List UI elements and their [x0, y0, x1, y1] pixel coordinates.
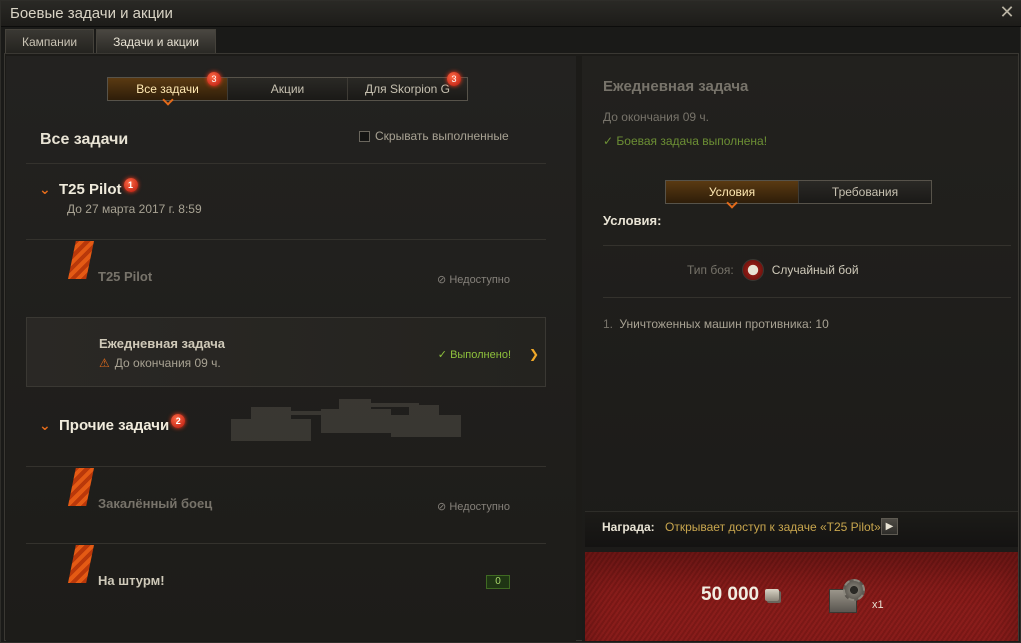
tab-campaigns[interactable]: Кампании — [5, 29, 95, 53]
random-battle-icon — [741, 259, 764, 281]
warning-icon: ⚠ — [99, 356, 110, 370]
reward-description: Открывает доступ к задаче «T25 Pilot» — [665, 520, 881, 534]
window-title: Боевые задачи и акции — [10, 5, 173, 22]
task-status-done: ✓ Выполнено! — [437, 349, 511, 361]
battle-type-value: Случайный бой — [771, 263, 859, 277]
battle-type-row: Тип боя: Случайный бой — [687, 259, 859, 281]
credits-icon — [765, 589, 780, 601]
task-item-assault[interactable]: На штурм! 0 — [26, 545, 546, 615]
close-icon[interactable]: ✕ — [998, 3, 1016, 21]
chevron-right-icon[interactable]: ❯ — [529, 347, 539, 361]
reward-panel — [585, 552, 1018, 641]
title-bar: Боевые задачи и акции ✕ — [1, 1, 1021, 27]
group-title-text: Прочие задачи — [59, 417, 170, 434]
task-item-t25-pilot[interactable]: T25 Pilot ⊘ Недоступно — [26, 241, 546, 311]
filter-tab-label: Все задачи — [136, 82, 199, 96]
reward-label: Награда: — [602, 520, 655, 534]
divider — [26, 543, 546, 544]
filter-tab-label: Для Skorpion G — [365, 82, 450, 96]
divider — [26, 163, 546, 164]
divider — [603, 245, 1011, 246]
task-status-text: Выполнено! — [450, 349, 511, 361]
notification-badge: 3 — [207, 72, 221, 86]
chevron-down-icon: ⌄ — [39, 417, 51, 433]
notification-badge: 1 — [123, 178, 138, 192]
group-deadline: До 27 марта 2017 г. 8:59 — [67, 202, 202, 216]
task-stripe-icon — [68, 545, 94, 583]
divider — [603, 297, 1011, 298]
group-header-t25-pilot[interactable]: ⌄ T25 Pilot 1 — [39, 178, 138, 198]
task-stripe-icon — [68, 241, 94, 279]
task-name: Ежедневная задача — [99, 336, 226, 351]
tab-missions-and-events[interactable]: Задачи и акции — [96, 29, 216, 53]
task-status: ⊘ Недоступно — [437, 501, 510, 513]
hide-completed-checkbox[interactable] — [359, 130, 370, 142]
group-header-other-missions[interactable]: ⌄ Прочие задачи 2 — [39, 414, 186, 434]
condition-number: 1. — [603, 317, 614, 331]
detail-title: Ежедневная задача — [603, 78, 749, 95]
filter-tab-label: Акции — [270, 82, 305, 96]
hide-completed-label: Скрывать выполненные — [375, 129, 509, 143]
detail-tabs: Условия Требования — [665, 180, 932, 204]
missions-window: Боевые задачи и акции ✕ Кампании Задачи … — [0, 0, 1021, 643]
group-title: Прочие задачи 2 — [59, 414, 186, 434]
chevron-down-icon: ⌄ — [39, 181, 51, 197]
hide-completed-toggle[interactable]: Скрывать выполненные — [359, 129, 509, 143]
detail-completed-text: Боевая задача выполнена! — [616, 134, 768, 148]
tab-requirements[interactable]: Требования — [799, 181, 931, 203]
task-status-text: Недоступно — [449, 501, 510, 513]
task-name: T25 Pilot — [98, 269, 153, 284]
condition-item: 1. Уничтоженных машин противника: 10 — [603, 317, 829, 331]
item-count: x1 — [872, 599, 884, 611]
divider — [26, 239, 546, 240]
credits-reward: 50 000 — [701, 584, 780, 606]
detail-deadline: До окончания 09 ч. — [603, 110, 709, 124]
task-item-hardened-fighter[interactable]: Закалённый боец ⊘ Недоступно — [26, 468, 546, 538]
group-title-text: T25 Pilot — [59, 181, 122, 198]
detail-completed-status: ✓ Боевая задача выполнена! — [603, 134, 768, 148]
tab-conditions[interactable]: Условия — [666, 181, 799, 203]
conditions-heading: Условия: — [603, 213, 662, 228]
filter-tab-all-missions[interactable]: Все задачи 3 — [108, 72, 228, 100]
reward-go-button[interactable]: ▶ — [881, 518, 898, 535]
task-name: На штурм! — [98, 573, 165, 588]
notification-badge: 3 — [447, 72, 461, 86]
top-tabs: Кампании Задачи и акции — [5, 29, 218, 53]
filter-tab-skorpion-g[interactable]: Для Skorpion G 3 — [348, 72, 467, 100]
divider — [26, 466, 546, 467]
task-item-daily[interactable]: Ежедневная задача ⚠ До окончания 09 ч. ✓ … — [26, 317, 546, 387]
task-progress-counter: 0 — [486, 575, 510, 589]
battle-type-label: Тип боя: — [687, 263, 734, 277]
task-name: Закалённый боец — [98, 496, 213, 511]
condition-text: Уничтоженных машин противника: — [619, 317, 813, 331]
condition-value: 10 — [815, 317, 829, 331]
equipment-item-icon[interactable] — [829, 579, 869, 615]
group-title: T25 Pilot 1 — [59, 178, 138, 198]
task-deadline-text: До окончания 09 ч. — [114, 356, 221, 370]
credits-amount: 50 000 — [701, 584, 760, 605]
gear-icon — [843, 579, 865, 601]
filter-tab-events[interactable]: Акции — [228, 78, 348, 100]
task-status-text: Недоступно — [449, 274, 510, 286]
filter-tabs: Все задачи 3 Акции Для Skorpion G 3 — [107, 72, 468, 101]
task-status: ⊘ Недоступно — [437, 274, 510, 286]
section-title: Все задачи — [40, 131, 129, 148]
tanks-background-image — [231, 399, 461, 441]
task-deadline: ⚠ До окончания 09 ч. — [99, 356, 221, 370]
task-stripe-icon — [68, 468, 94, 506]
